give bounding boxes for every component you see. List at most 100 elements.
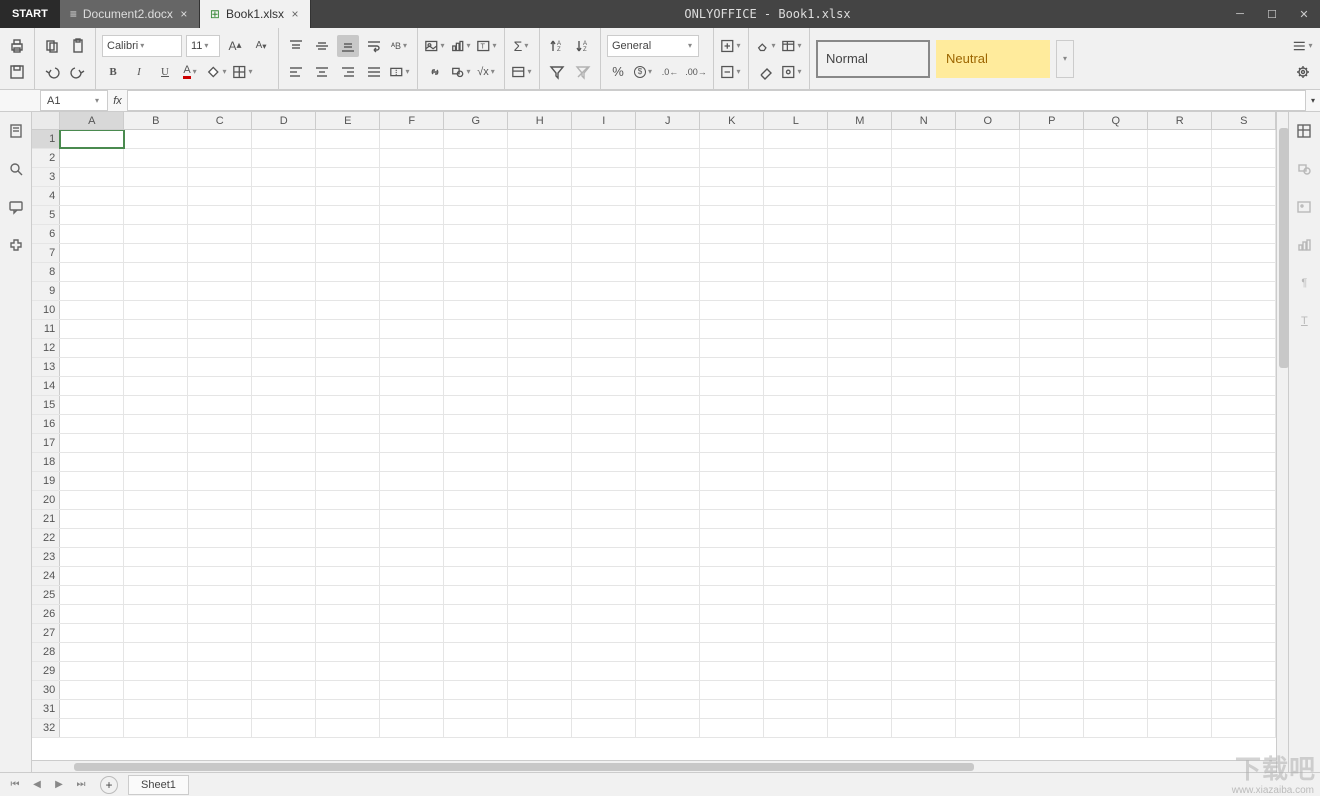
cell[interactable]: [1148, 643, 1212, 661]
cell[interactable]: [1084, 377, 1148, 395]
cell[interactable]: [188, 719, 252, 737]
expand-formula-bar[interactable]: ▾: [1306, 90, 1320, 111]
name-box[interactable]: A1▾: [40, 90, 108, 111]
cell[interactable]: [380, 396, 444, 414]
cell[interactable]: [124, 130, 188, 148]
cell[interactable]: [636, 567, 700, 585]
cell[interactable]: [60, 548, 124, 566]
cell[interactable]: [1084, 529, 1148, 547]
cell[interactable]: [956, 434, 1020, 452]
cell[interactable]: [892, 225, 956, 243]
cell[interactable]: [124, 491, 188, 509]
vertical-scrollbar[interactable]: [1276, 112, 1287, 772]
cell[interactable]: [1212, 149, 1276, 167]
cell[interactable]: [892, 358, 956, 376]
column-header[interactable]: Q: [1084, 112, 1148, 129]
cell[interactable]: [636, 244, 700, 262]
row-header[interactable]: 20: [32, 491, 60, 509]
cell[interactable]: [636, 529, 700, 547]
cell[interactable]: [572, 719, 636, 737]
last-sheet-button[interactable]: ⏭: [72, 776, 90, 794]
paragraph-settings-icon[interactable]: ¶: [1293, 272, 1315, 294]
cell[interactable]: [956, 168, 1020, 186]
cell[interactable]: [1020, 187, 1084, 205]
cell[interactable]: [60, 472, 124, 490]
cell[interactable]: [1084, 567, 1148, 585]
column-header[interactable]: H: [508, 112, 572, 129]
cell[interactable]: [444, 263, 508, 281]
cell[interactable]: [508, 206, 572, 224]
cell[interactable]: [1212, 187, 1276, 205]
cell[interactable]: [60, 700, 124, 718]
cell[interactable]: [188, 586, 252, 604]
cell[interactable]: [316, 358, 380, 376]
cell[interactable]: [1084, 700, 1148, 718]
cell[interactable]: [60, 491, 124, 509]
merge-cells-button[interactable]: ▾: [389, 61, 411, 83]
row-header[interactable]: 14: [32, 377, 60, 395]
paste-button[interactable]: [67, 35, 89, 57]
cell[interactable]: [636, 491, 700, 509]
cell[interactable]: [316, 263, 380, 281]
cell[interactable]: [508, 434, 572, 452]
row-header[interactable]: 10: [32, 301, 60, 319]
cell[interactable]: [1084, 719, 1148, 737]
cell[interactable]: [444, 206, 508, 224]
cell[interactable]: [380, 149, 444, 167]
cell[interactable]: [828, 130, 892, 148]
cell[interactable]: [124, 339, 188, 357]
cell[interactable]: [828, 624, 892, 642]
cell[interactable]: [124, 662, 188, 680]
cell[interactable]: [892, 548, 956, 566]
format-table-button[interactable]: ▾: [781, 35, 803, 57]
fx-icon[interactable]: fx: [108, 90, 128, 111]
cell[interactable]: [892, 130, 956, 148]
cell[interactable]: [828, 358, 892, 376]
cell[interactable]: [572, 434, 636, 452]
cell[interactable]: [124, 719, 188, 737]
cell[interactable]: [700, 149, 764, 167]
cell[interactable]: [764, 548, 828, 566]
cell[interactable]: [60, 149, 124, 167]
cell[interactable]: [380, 472, 444, 490]
cell[interactable]: [956, 339, 1020, 357]
cell[interactable]: [956, 567, 1020, 585]
cell[interactable]: [700, 282, 764, 300]
cell[interactable]: [1148, 491, 1212, 509]
cell[interactable]: [508, 510, 572, 528]
cell[interactable]: [1084, 282, 1148, 300]
column-header[interactable]: O: [956, 112, 1020, 129]
cell[interactable]: [956, 472, 1020, 490]
cell[interactable]: [380, 491, 444, 509]
cell[interactable]: [700, 510, 764, 528]
cell[interactable]: [380, 339, 444, 357]
cell[interactable]: [700, 662, 764, 680]
grid-rows[interactable]: 1234567891011121314151617181920212223242…: [32, 130, 1276, 760]
cell[interactable]: [892, 624, 956, 642]
cell[interactable]: [60, 662, 124, 680]
cell[interactable]: [380, 244, 444, 262]
cell[interactable]: [316, 206, 380, 224]
cell[interactable]: [700, 605, 764, 623]
maximize-icon[interactable]: ☐: [1256, 0, 1288, 28]
cell[interactable]: [60, 643, 124, 661]
cell[interactable]: [124, 263, 188, 281]
cell[interactable]: [508, 472, 572, 490]
cell[interactable]: [508, 453, 572, 471]
cell[interactable]: [828, 225, 892, 243]
cell[interactable]: [956, 700, 1020, 718]
increase-decimal-button[interactable]: .00→: [685, 61, 707, 83]
cell[interactable]: [1148, 301, 1212, 319]
cell[interactable]: [1020, 605, 1084, 623]
document-tab-1[interactable]: ≡ Document2.docx ×: [60, 0, 200, 28]
cell[interactable]: [316, 187, 380, 205]
hyperlink-button[interactable]: [424, 61, 446, 83]
copy-button[interactable]: [41, 35, 63, 57]
cell[interactable]: [892, 586, 956, 604]
column-header[interactable]: B: [124, 112, 188, 129]
cell[interactable]: [572, 358, 636, 376]
cell[interactable]: [1020, 624, 1084, 642]
table-settings-icon[interactable]: [1293, 120, 1315, 142]
cell[interactable]: [1212, 586, 1276, 604]
insert-cells-button[interactable]: ▾: [720, 35, 742, 57]
